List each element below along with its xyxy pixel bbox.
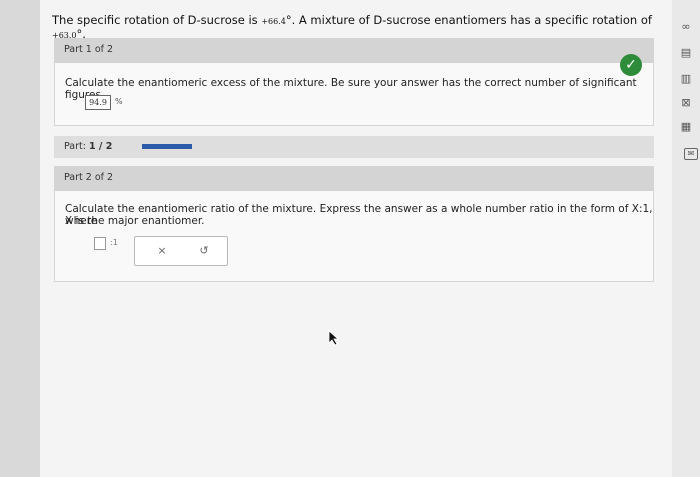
part2-instruction-line2: X is the major enantiomer. [65, 215, 205, 227]
clear-button[interactable]: × [155, 244, 169, 258]
progress-value: 1 / 2 [89, 141, 113, 152]
part2-header-label: Part 2 of 2 [64, 172, 114, 183]
question-card: The specific rotation of D-sucrose is +6… [40, 0, 672, 477]
ratio-input[interactable] [94, 237, 106, 250]
mouse-cursor-icon [328, 330, 340, 346]
enantiomeric-excess-answer[interactable]: 94.9 [85, 95, 111, 110]
part1-header: Part 1 of 2 [54, 38, 654, 62]
part1-body: Calculate the enantiomeric excess of the… [54, 62, 654, 126]
periodic-table-icon[interactable]: ▦ [678, 120, 694, 134]
progress-bar [142, 144, 192, 149]
progress-label: Part: [64, 141, 86, 152]
infinity-icon[interactable]: ∞ [678, 20, 694, 34]
answer-tools: × ↺ [134, 236, 228, 266]
check-icon: ✓ [620, 54, 642, 76]
percent-unit: % [115, 97, 123, 106]
part-progress: Part: 1 / 2 [54, 136, 654, 158]
part1-header-label: Part 1 of 2 [64, 44, 114, 55]
undo-button[interactable]: ↺ [197, 244, 211, 258]
document-icon[interactable]: ▤ [678, 46, 694, 60]
left-margin [0, 0, 40, 477]
part1-instruction: Calculate the enantiomeric excess of the… [65, 77, 637, 101]
message-icon[interactable]: ✉ [684, 148, 698, 160]
bar-chart-icon[interactable]: ▥ [678, 72, 694, 86]
equation-icon[interactable]: ⊠ [678, 96, 694, 110]
rotation-pure: +66.4 [261, 17, 286, 26]
part2-header: Part 2 of 2 [54, 166, 654, 190]
question-text: The specific rotation of D-sucrose is +6… [52, 13, 652, 41]
ratio-suffix: :1 [110, 238, 118, 247]
